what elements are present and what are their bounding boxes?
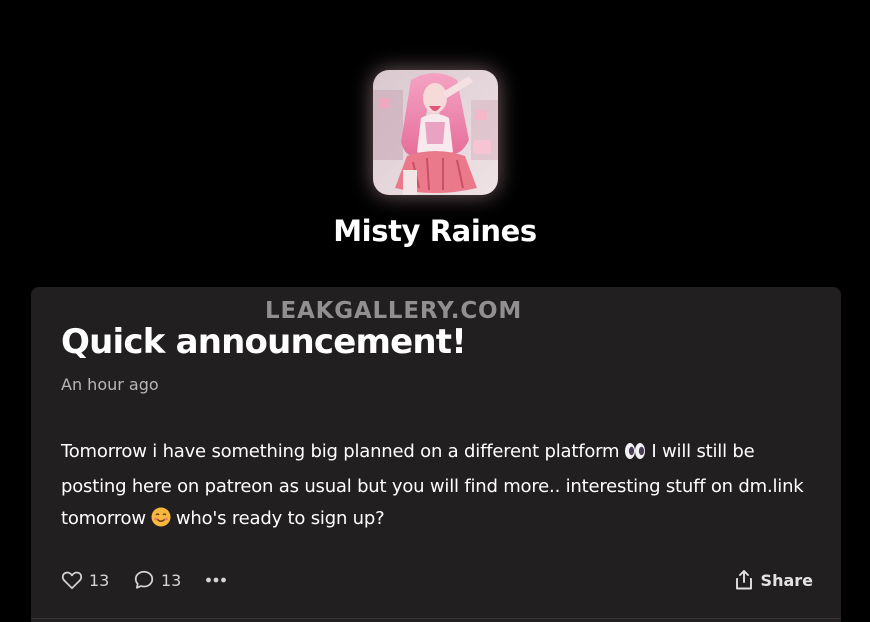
post-actions: 13 13 Share bbox=[61, 566, 813, 594]
post-body: Tomorrow i have something big planned on… bbox=[61, 436, 831, 538]
post-body-text: tomorrow bbox=[61, 508, 146, 529]
card-divider bbox=[31, 618, 841, 619]
like-count: 13 bbox=[89, 570, 110, 590]
smiling-face-icon bbox=[151, 506, 171, 538]
comment-button[interactable]: 13 bbox=[133, 566, 181, 594]
post-title[interactable]: Quick announcement! bbox=[61, 318, 467, 366]
more-options-button[interactable] bbox=[205, 566, 227, 594]
post-body-line-1: Tomorrow i have something big planned on… bbox=[61, 436, 831, 471]
post-timestamp: An hour ago bbox=[61, 375, 159, 394]
more-dots-icon bbox=[205, 576, 227, 584]
share-icon bbox=[735, 570, 753, 590]
creator-name[interactable]: Misty Raines bbox=[0, 209, 870, 253]
comment-icon bbox=[133, 569, 155, 591]
like-button[interactable]: 13 bbox=[61, 566, 109, 594]
post-body-text: I will still be bbox=[651, 441, 755, 462]
comment-count: 13 bbox=[161, 570, 182, 590]
post-body-text: Tomorrow i have something big planned on… bbox=[61, 441, 620, 462]
eyes-icon bbox=[624, 439, 646, 471]
post-page: Misty Raines LEAKGALLERY.COM Quick annou… bbox=[0, 0, 870, 622]
post-body-line-2: posting here on patreon as usual but you… bbox=[61, 476, 804, 497]
heart-icon bbox=[61, 570, 83, 590]
creator-avatar[interactable] bbox=[373, 70, 498, 195]
post-body-line-3: tomorrow who's ready to sign up? bbox=[61, 503, 831, 538]
share-button[interactable]: Share bbox=[735, 566, 813, 594]
avatar-image bbox=[373, 70, 498, 195]
post-body-text: who's ready to sign up? bbox=[175, 508, 385, 529]
share-label: Share bbox=[760, 570, 813, 590]
